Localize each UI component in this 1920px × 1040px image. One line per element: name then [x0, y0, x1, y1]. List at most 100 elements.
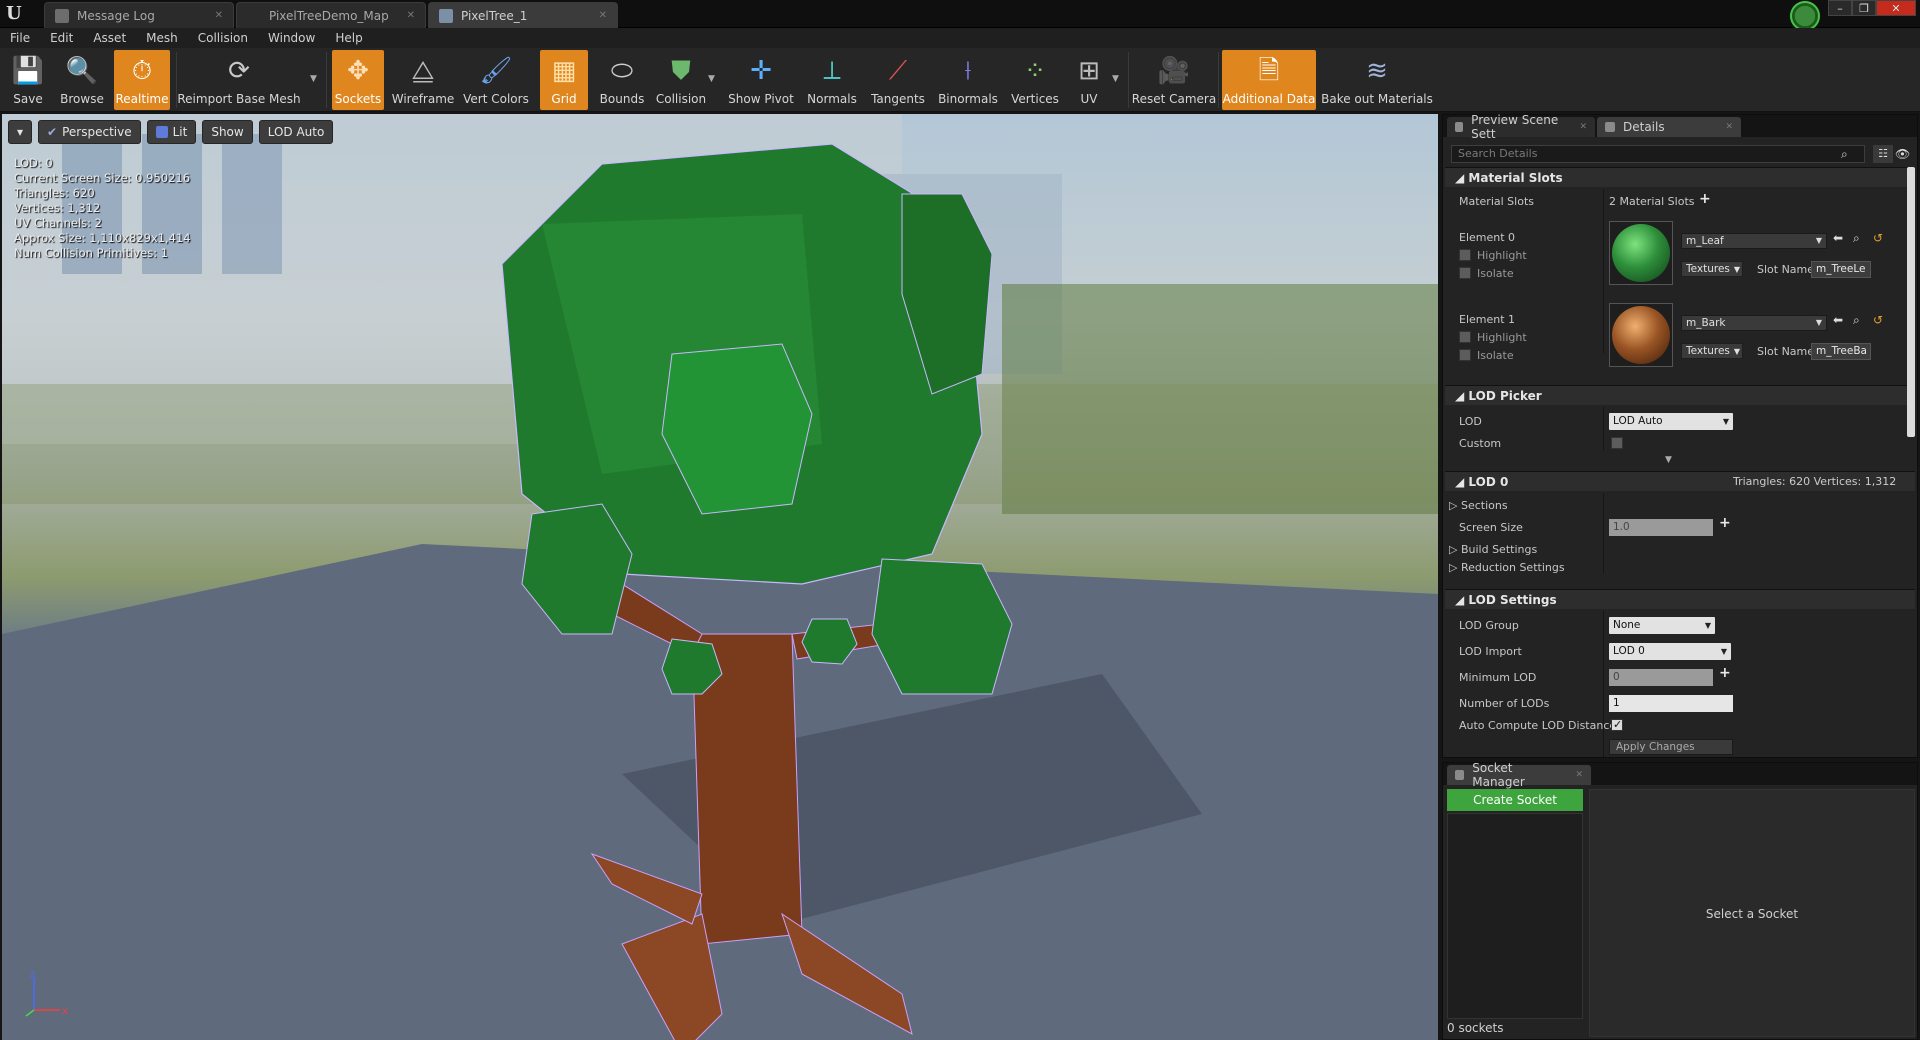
add-material-slot-icon[interactable]: + — [1699, 191, 1711, 207]
minimize-icon[interactable]: – — [1828, 0, 1852, 16]
vertices-button[interactable]: ⁘ Vertices — [1008, 50, 1062, 110]
menu-collision[interactable]: Collision — [188, 31, 258, 45]
close-icon[interactable]: ✕ — [1579, 122, 1587, 132]
reset-arrow-icon[interactable]: ↺ — [1873, 313, 1883, 327]
apply-changes-button[interactable]: Apply Changes — [1609, 739, 1733, 755]
show-pivot-button[interactable]: ✛ Show Pivot — [726, 50, 796, 110]
tab-pixeltree[interactable]: PixelTree_1 ✕ — [428, 2, 618, 28]
eye-icon[interactable]: 👁 — [1895, 145, 1917, 163]
close-icon[interactable]: ✕ — [215, 10, 223, 21]
minimum-lod-label: Minimum LOD — [1459, 671, 1537, 684]
bake-out-materials-button[interactable]: ≋ Bake out Materials — [1321, 50, 1433, 110]
collision-button[interactable]: ⛊ Collision — [654, 50, 708, 110]
wireframe-button[interactable]: ⧋ Wireframe — [392, 50, 455, 110]
menu-mesh[interactable]: Mesh — [136, 31, 188, 45]
collision-dropdown-icon[interactable]: ▼ — [708, 74, 715, 84]
reset-camera-button[interactable]: 🎥 Reset Camera — [1132, 50, 1216, 110]
sockets-button[interactable]: ✥ Sockets — [332, 50, 384, 110]
additional-data-button[interactable]: 🗎 Additional Data — [1222, 50, 1316, 110]
screen-size-field[interactable]: 1.0 — [1609, 519, 1713, 536]
textures-dropdown[interactable]: Textures — [1681, 261, 1743, 277]
expand-arrow-icon: ▷ — [1449, 499, 1461, 512]
create-socket-button[interactable]: Create Socket — [1447, 789, 1583, 811]
highlight-checkbox[interactable] — [1459, 331, 1471, 343]
textures-dropdown[interactable]: Textures — [1681, 343, 1743, 359]
use-selected-arrow-icon[interactable]: ⬅ — [1833, 313, 1843, 327]
lod-import-select[interactable]: LOD 0 — [1609, 643, 1731, 660]
reimport-base-mesh-button[interactable]: ⟳ Reimport Base Mesh — [177, 50, 300, 110]
close-window-icon[interactable]: ✕ — [1876, 0, 1916, 16]
bounds-button[interactable]: ⬭ Bounds — [596, 50, 648, 110]
auto-compute-lod-distance-checkbox[interactable] — [1611, 718, 1623, 731]
use-selected-arrow-icon[interactable]: ⬅ — [1833, 231, 1843, 245]
browse-asset-icon[interactable]: ⌕ — [1853, 313, 1860, 328]
lod-select[interactable]: LOD Auto — [1609, 413, 1733, 430]
grid-button[interactable]: ▦ Grid — [540, 50, 588, 110]
column-divider — [1603, 611, 1604, 757]
tab-message-log[interactable]: Message Log ✕ — [44, 2, 234, 28]
search-details-input[interactable]: Search Details — [1451, 145, 1865, 163]
uv-grid-icon: ⊞ — [1078, 56, 1100, 86]
show-button[interactable]: Show — [202, 120, 253, 144]
view-options-icon[interactable]: ☷ — [1873, 145, 1893, 163]
menu-window[interactable]: Window — [258, 31, 325, 45]
perspective-button[interactable]: ✔ Perspective — [38, 120, 141, 144]
tangents-button[interactable]: ⟋ Tangents — [868, 50, 928, 110]
scrollbar-thumb[interactable] — [1907, 167, 1915, 437]
binormals-button[interactable]: ⟊ Binormals — [936, 50, 1000, 110]
menu-help[interactable]: Help — [325, 31, 372, 45]
close-icon[interactable]: ✕ — [1725, 122, 1733, 132]
vert-colors-button[interactable]: 🖌 Vert Colors — [462, 50, 530, 110]
lod-picker-header[interactable]: ◢ LOD Picker — [1445, 385, 1915, 405]
expand-more-icon[interactable]: ▼ — [1665, 455, 1672, 465]
menu-asset[interactable]: Asset — [83, 31, 136, 45]
lod-auto-button[interactable]: LOD Auto — [258, 120, 334, 144]
slot-name-input[interactable]: m_TreeBa — [1811, 343, 1871, 360]
reimport-dropdown-icon[interactable]: ▼ — [310, 74, 317, 84]
tab-pixeltreedemo-map[interactable]: PixelTreeDemo_Map ✕ — [236, 2, 426, 28]
uv-dropdown-icon[interactable]: ▼ — [1112, 74, 1119, 84]
lod-group-select[interactable]: None — [1609, 617, 1715, 634]
number-of-lods-field[interactable]: 1 — [1609, 695, 1733, 712]
material-thumbnail[interactable] — [1609, 303, 1673, 367]
highlight-checkbox[interactable] — [1459, 249, 1471, 261]
reduction-settings-row[interactable]: ▷ Reduction Settings — [1449, 561, 1565, 574]
viewport-options-button[interactable]: ▾ — [8, 120, 33, 144]
reset-arrow-icon[interactable]: ↺ — [1873, 231, 1883, 245]
close-icon[interactable]: ✕ — [407, 10, 415, 21]
mesh-viewport[interactable]: ▾ ✔ Perspective Lit Show LOD Auto LOD: 0 … — [2, 114, 1438, 1040]
details-panel: Preview Scene Sett ✕ Details ✕ Search De… — [1442, 113, 1918, 758]
isolate-checkbox[interactable] — [1459, 267, 1471, 279]
uv-button[interactable]: ⊞ UV — [1068, 50, 1110, 110]
binormals-icon: ⟊ — [964, 56, 972, 86]
realtime-button[interactable]: ⏱ Realtime — [114, 50, 170, 110]
custom-checkbox[interactable] — [1611, 437, 1623, 449]
save-button[interactable]: 💾 Save — [6, 50, 50, 110]
browse-button[interactable]: 🔍 Browse — [56, 50, 108, 110]
isolate-checkbox[interactable] — [1459, 349, 1471, 361]
normals-button[interactable]: ⟂ Normals — [804, 50, 860, 110]
browse-asset-icon[interactable]: ⌕ — [1853, 231, 1860, 246]
sections-row[interactable]: ▷ Sections — [1449, 499, 1508, 512]
restore-icon[interactable]: ❐ — [1852, 0, 1876, 16]
close-icon[interactable]: ✕ — [1575, 770, 1583, 780]
tab-socket-manager[interactable]: Socket Manager ✕ — [1447, 761, 1591, 789]
add-icon[interactable]: + — [1719, 665, 1731, 681]
minimum-lod-field[interactable]: 0 — [1609, 669, 1713, 686]
close-icon[interactable]: ✕ — [599, 10, 607, 21]
tab-details[interactable]: Details ✕ — [1597, 117, 1741, 137]
material-selector[interactable]: m_Bark — [1681, 315, 1827, 331]
lit-button[interactable]: Lit — [146, 120, 197, 144]
material-selector[interactable]: m_Leaf — [1681, 233, 1827, 249]
add-icon[interactable]: + — [1719, 515, 1731, 531]
build-settings-row[interactable]: ▷ Build Settings — [1449, 543, 1537, 556]
socket-list[interactable] — [1447, 813, 1583, 1019]
slot-name-input[interactable]: m_TreeLe — [1811, 261, 1871, 278]
lod-settings-header[interactable]: ◢ LOD Settings — [1445, 589, 1915, 609]
material-slots-header[interactable]: ◢ Material Slots — [1445, 167, 1915, 187]
material-thumbnail[interactable] — [1609, 221, 1673, 285]
menu-edit[interactable]: Edit — [40, 31, 83, 45]
tab-preview-scene-settings[interactable]: Preview Scene Sett ✕ — [1447, 113, 1595, 141]
source-control-status-icon[interactable] — [1790, 1, 1820, 31]
menu-file[interactable]: File — [0, 31, 40, 45]
